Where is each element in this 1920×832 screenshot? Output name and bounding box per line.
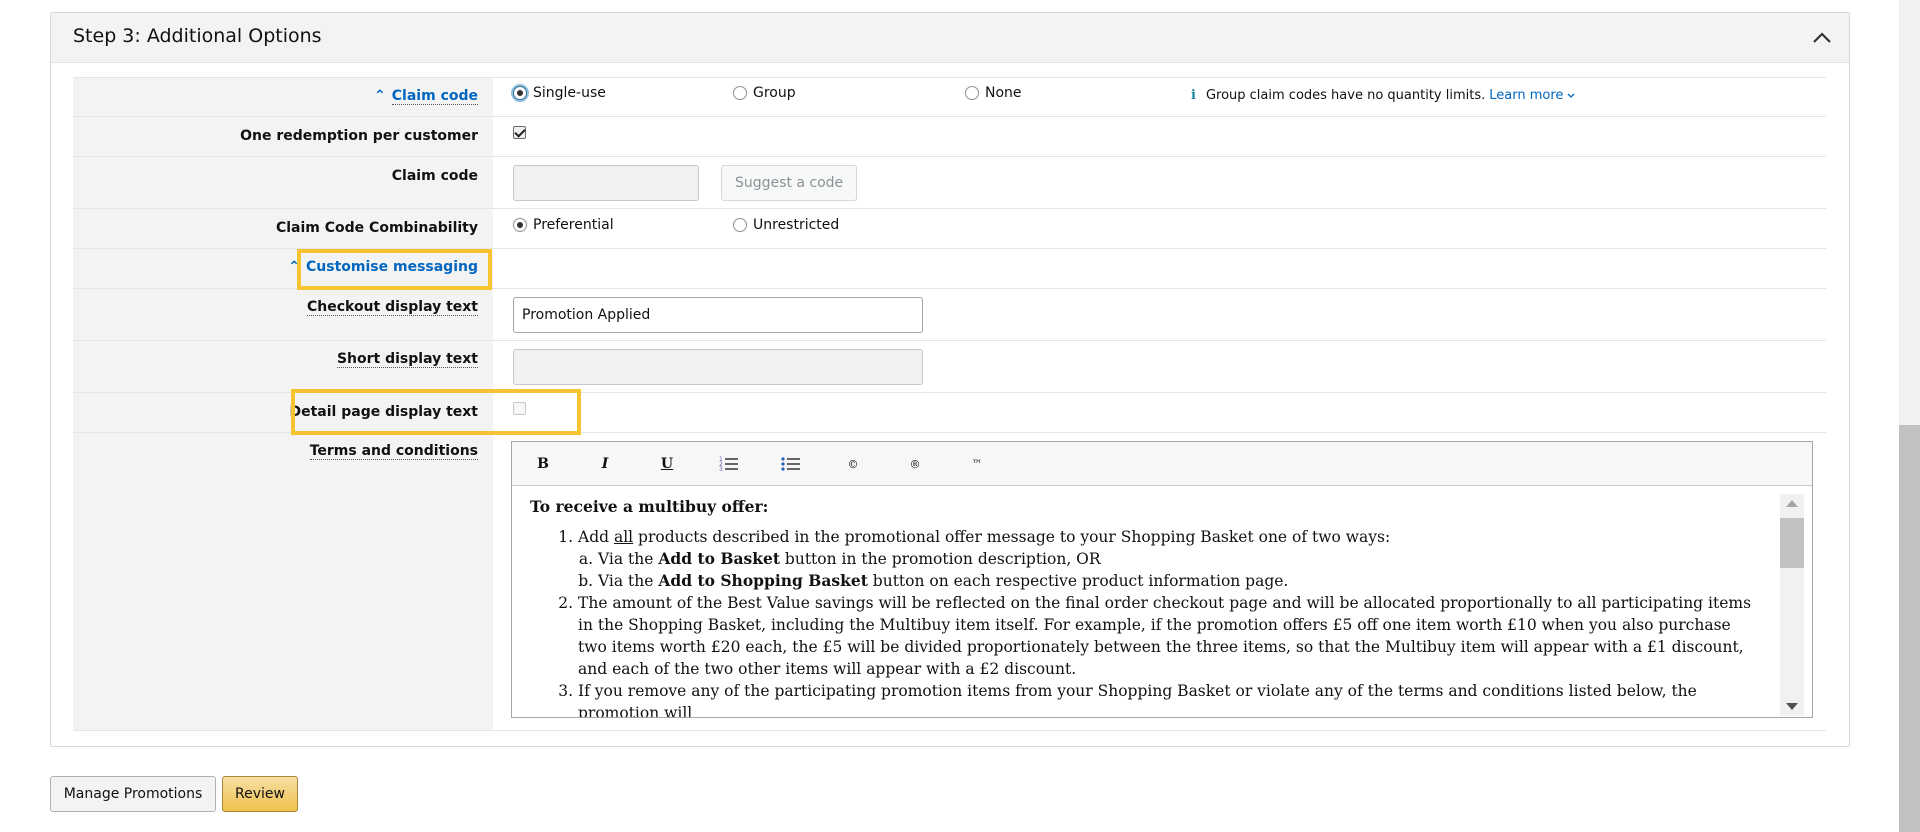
radio-group[interactable]: Group [733, 85, 796, 101]
short-text-row: Short display text [73, 341, 1826, 393]
terms-item-1: Add all products described in the promot… [578, 526, 1752, 592]
trademark-button[interactable]: ™ [966, 454, 988, 474]
chevron-up-small-icon[interactable]: ⌃ [288, 259, 300, 275]
terms-value: B I U 123 © ® ™ To receive a multibuy of… [493, 433, 1826, 730]
editor-scrollbar[interactable] [1780, 494, 1804, 716]
radio-single-use[interactable]: Single-use [513, 85, 606, 101]
terms-rich-text-editor: B I U 123 © ® ™ To receive a multibuy of… [511, 441, 1813, 718]
checkout-text-label-cell: Checkout display text [73, 289, 493, 340]
one-redemption-label: One redemption per customer [240, 128, 478, 144]
terms-heading: To receive a multibuy offer: [530, 497, 769, 516]
combinability-label: Claim Code Combinability [275, 220, 478, 236]
checkout-text-row: Checkout display text [73, 289, 1826, 341]
checkout-display-text-input[interactable] [513, 297, 923, 333]
detail-text-value [493, 393, 1826, 432]
detail-text-label: Detail page display text [289, 404, 479, 420]
terms-list: Add all products described in the promot… [530, 526, 1752, 717]
claim-code-toggle-link[interactable]: Claim code [391, 88, 478, 105]
terms-item-3: If you remove any of the participating p… [578, 680, 1752, 717]
terms-editor-content[interactable]: To receive a multibuy offer: Add all pro… [512, 486, 1812, 717]
editor-toolbar: B I U 123 © ® ™ [512, 442, 1812, 486]
detail-text-label-cell: Detail page display text [73, 393, 493, 432]
checkout-text-value [493, 289, 1826, 340]
customise-messaging-value [493, 249, 1826, 288]
terms-sub-item-b: Via the Add to Shopping Basket button on… [598, 570, 1752, 592]
chevron-down-icon[interactable] [1566, 92, 1576, 100]
claim-code-input[interactable] [513, 165, 699, 201]
terms-sub-item-a: Via the Add to Basket button in the prom… [598, 548, 1752, 570]
scroll-down-arrow-icon[interactable] [1786, 703, 1798, 710]
terms-sublist: Via the Add to Basket button in the prom… [578, 548, 1752, 592]
claim-code-type-row: ⌃ Claim code Single-use Group None i Gro… [73, 77, 1826, 117]
radio-preferential[interactable]: Preferential [513, 217, 614, 233]
italic-button[interactable]: I [594, 454, 616, 474]
scroll-up-arrow-icon[interactable] [1786, 500, 1798, 507]
page-scrollbar[interactable] [1899, 0, 1920, 832]
combinability-row: Claim Code Combinability Preferential Un… [73, 209, 1826, 249]
editor-scroll-thumb[interactable] [1780, 518, 1804, 568]
suggest-code-button[interactable]: Suggest a code [721, 165, 858, 201]
terms-label-cell: Terms and conditions [73, 433, 493, 730]
radio-none-control[interactable] [965, 86, 979, 100]
bold-button[interactable]: B [532, 454, 554, 474]
combinability-options: Preferential Unrestricted [493, 209, 1826, 248]
chevron-up-small-icon[interactable]: ⌃ [374, 88, 386, 104]
radio-single-use-control[interactable] [513, 86, 527, 100]
radio-unrestricted-control[interactable] [733, 218, 747, 232]
page-scroll-thumb[interactable] [1899, 425, 1920, 832]
one-redemption-row: One redemption per customer [73, 117, 1826, 157]
short-text-label-cell: Short display text [73, 341, 493, 392]
radio-unrestricted[interactable]: Unrestricted [733, 217, 839, 233]
options-rows: ⌃ Claim code Single-use Group None i Gro… [73, 77, 1826, 731]
claim-code-input-row: Claim code Suggest a code [73, 157, 1826, 209]
short-display-text-input[interactable] [513, 349, 923, 385]
customise-messaging-label-cell: ⌃ Customise messaging [73, 249, 493, 288]
panel-header[interactable]: Step 3: Additional Options [51, 13, 1849, 63]
one-redemption-label-cell: One redemption per customer [73, 117, 493, 156]
radio-none[interactable]: None [965, 85, 1022, 101]
additional-options-panel: Step 3: Additional Options ⌃ Claim code … [50, 12, 1850, 747]
claim-code-input-label-cell: Claim code [73, 157, 493, 208]
bulleted-list-icon[interactable] [780, 454, 802, 474]
customise-messaging-toggle[interactable]: Customise messaging [306, 259, 478, 275]
learn-more-link[interactable]: Learn more [1489, 88, 1563, 103]
info-icon: i [1191, 88, 1196, 103]
radio-preferential-control[interactable] [513, 218, 527, 232]
review-button[interactable]: Review [222, 776, 298, 812]
terms-label: Terms and conditions [309, 443, 478, 460]
detail-page-text-checkbox[interactable] [513, 402, 526, 415]
svg-text:3: 3 [719, 466, 723, 473]
underline-button[interactable]: U [656, 454, 678, 474]
section-title: Step 3: Additional Options [73, 25, 322, 47]
claim-code-type-label-cell: ⌃ Claim code [73, 78, 493, 116]
claim-code-type-options: Single-use Group None i Group claim code… [493, 78, 1826, 116]
radio-group-control[interactable] [733, 86, 747, 100]
claim-code-input-value: Suggest a code [493, 157, 1826, 208]
terms-item-2: The amount of the Best Value savings wil… [578, 592, 1752, 680]
ordered-list-icon[interactable]: 123 [718, 454, 740, 474]
one-redemption-value [493, 117, 1826, 156]
chevron-up-icon[interactable] [1811, 29, 1833, 47]
copyright-button[interactable]: © [842, 454, 864, 474]
customise-messaging-row: ⌃ Customise messaging [73, 249, 1826, 289]
one-redemption-checkbox[interactable] [513, 126, 526, 139]
manage-promotions-button[interactable]: Manage Promotions [50, 776, 216, 812]
short-text-label: Short display text [336, 351, 478, 368]
detail-text-row: Detail page display text [73, 393, 1826, 433]
short-text-value [493, 341, 1826, 392]
claim-code-input-label: Claim code [391, 168, 478, 184]
group-claim-info: i Group claim codes have no quantity lim… [1191, 88, 1576, 103]
checkout-text-label: Checkout display text [306, 299, 478, 316]
registered-button[interactable]: ® [904, 454, 926, 474]
combinability-label-cell: Claim Code Combinability [73, 209, 493, 248]
terms-row: Terms and conditions B I U 123 © ® ™ To … [73, 433, 1826, 731]
